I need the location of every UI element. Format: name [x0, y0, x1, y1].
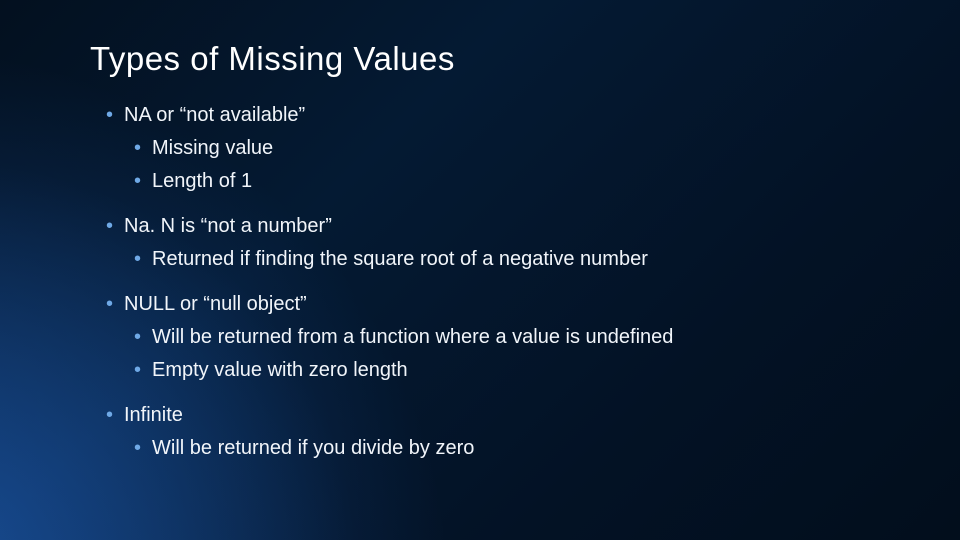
bullet-text: Will be returned from a function where a…	[152, 326, 673, 348]
bullet-item: NULL or “null object” Will be returned f…	[124, 291, 930, 384]
bullet-text: NA or “not available”	[124, 104, 305, 126]
bullet-text: Will be returned if you divide by zero	[152, 437, 474, 459]
bullet-item: Infinite Will be returned if you divide …	[124, 402, 930, 462]
bullet-item: Will be returned if you divide by zero	[152, 435, 930, 462]
bullet-item: Will be returned from a function where a…	[152, 324, 930, 351]
bullet-item: Na. N is “not a number” Returned if find…	[124, 213, 930, 273]
bullet-sublist: Will be returned if you divide by zero	[152, 435, 930, 462]
bullet-sublist: Will be returned from a function where a…	[152, 324, 930, 384]
bullet-list: NA or “not available” Missing value Leng…	[124, 102, 930, 462]
bullet-item: Returned if finding the square root of a…	[152, 246, 930, 273]
bullet-text: Missing value	[152, 137, 273, 159]
bullet-text: Infinite	[124, 404, 183, 426]
bullet-item: NA or “not available” Missing value Leng…	[124, 102, 930, 195]
slide: Types of Missing Values NA or “not avail…	[0, 0, 960, 540]
bullet-text: Length of 1	[152, 170, 252, 192]
bullet-sublist: Missing value Length of 1	[152, 135, 930, 195]
bullet-text: NULL or “null object”	[124, 293, 307, 315]
bullet-text: Returned if finding the square root of a…	[152, 248, 648, 270]
bullet-text: Na. N is “not a number”	[124, 215, 332, 237]
bullet-sublist: Returned if finding the square root of a…	[152, 246, 930, 273]
bullet-text: Empty value with zero length	[152, 359, 408, 381]
slide-title: Types of Missing Values	[90, 40, 930, 78]
bullet-item: Missing value	[152, 135, 930, 162]
bullet-item: Empty value with zero length	[152, 357, 930, 384]
bullet-item: Length of 1	[152, 168, 930, 195]
